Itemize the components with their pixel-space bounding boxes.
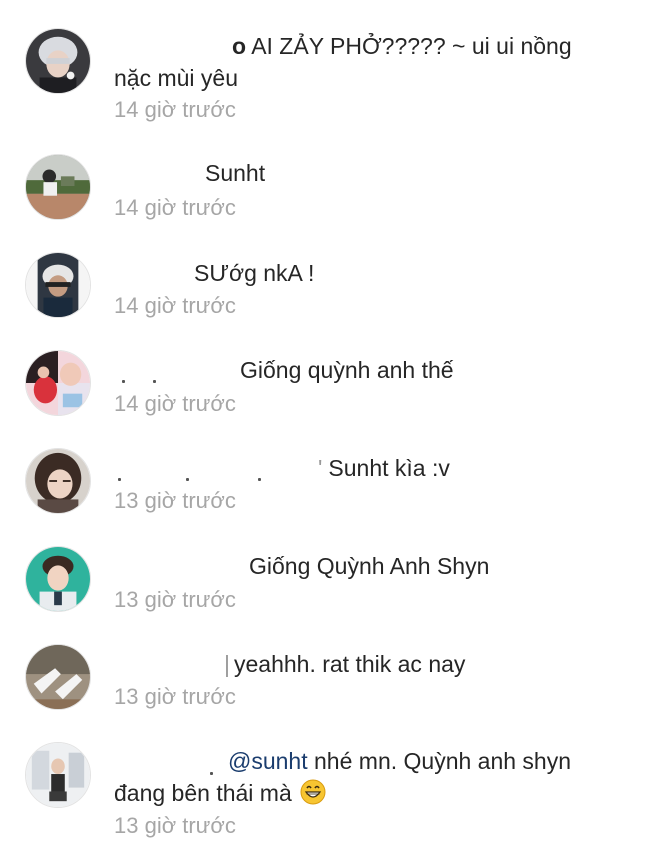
mention-link[interactable]: @sunht xyxy=(228,748,308,774)
comment-text: @sunht nhé mn. Quỳnh anh shyn đang bên t… xyxy=(114,748,572,806)
avatar-silver-hair-icon[interactable] xyxy=(25,28,91,94)
comment-timestamp: 13 giờ trước xyxy=(114,684,236,709)
comment-timestamp: 14 giờ trước xyxy=(114,293,236,318)
comment-username[interactable]: o xyxy=(232,33,246,59)
avatar-collage-icon[interactable] xyxy=(25,350,91,416)
comment-timestamp: 13 giờ trước xyxy=(114,813,236,838)
avatar-man-icon[interactable] xyxy=(25,546,91,612)
comment-timestamp: 13 giờ trước xyxy=(114,587,236,612)
avatar-street-icon[interactable] xyxy=(25,154,91,220)
comment-text: Giống quỳnh anh thế xyxy=(240,357,454,383)
comment-text: o AI ZẢY PHỞ????? ~ ui ui nồng nặc mùi y… xyxy=(114,33,572,91)
avatar-girl-icon[interactable] xyxy=(25,448,91,514)
avatar-shoes-icon[interactable] xyxy=(25,644,91,710)
comment-text: SƯớg nkA ! xyxy=(194,260,315,286)
comment-timestamp: 14 giờ trước xyxy=(114,391,236,416)
avatar-helmet-icon[interactable] xyxy=(25,252,91,318)
comment-text: Giống Quỳnh Anh Shyn xyxy=(249,553,490,579)
comment-timestamp: 14 giờ trước xyxy=(114,195,236,220)
comment-timestamp: 13 giờ trước xyxy=(114,488,236,513)
comment-text: Sunht xyxy=(205,160,266,186)
comment-text: ' Sunht kìa :v xyxy=(318,455,450,481)
comment-text: | yeahhh. rat thik ac nay xyxy=(224,651,466,677)
comment-timestamp: 14 giờ trước xyxy=(114,97,236,122)
grinning-face-icon xyxy=(300,779,326,805)
avatar-room-icon[interactable] xyxy=(25,742,91,808)
